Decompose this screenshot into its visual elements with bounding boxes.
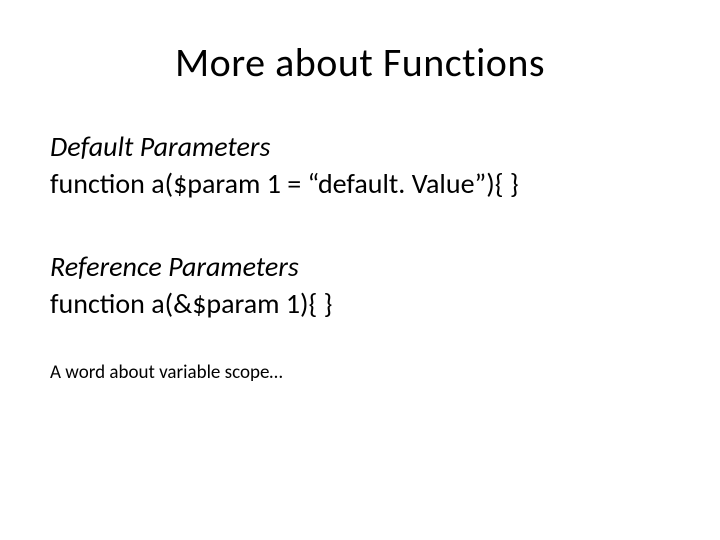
slide-container: More about Functions Default Parameters … — [0, 0, 720, 540]
slide-title: More about Functions — [110, 38, 610, 87]
footnote-scope: A word about variable scope… — [50, 361, 670, 384]
code-reference-params: function a(&$param 1){ } — [50, 286, 670, 321]
section-heading-default-params: Default Parameters — [50, 129, 670, 164]
section-heading-reference-params: Reference Parameters — [50, 249, 670, 284]
code-default-params: function a($param 1 = “default. Value”){… — [50, 166, 670, 201]
